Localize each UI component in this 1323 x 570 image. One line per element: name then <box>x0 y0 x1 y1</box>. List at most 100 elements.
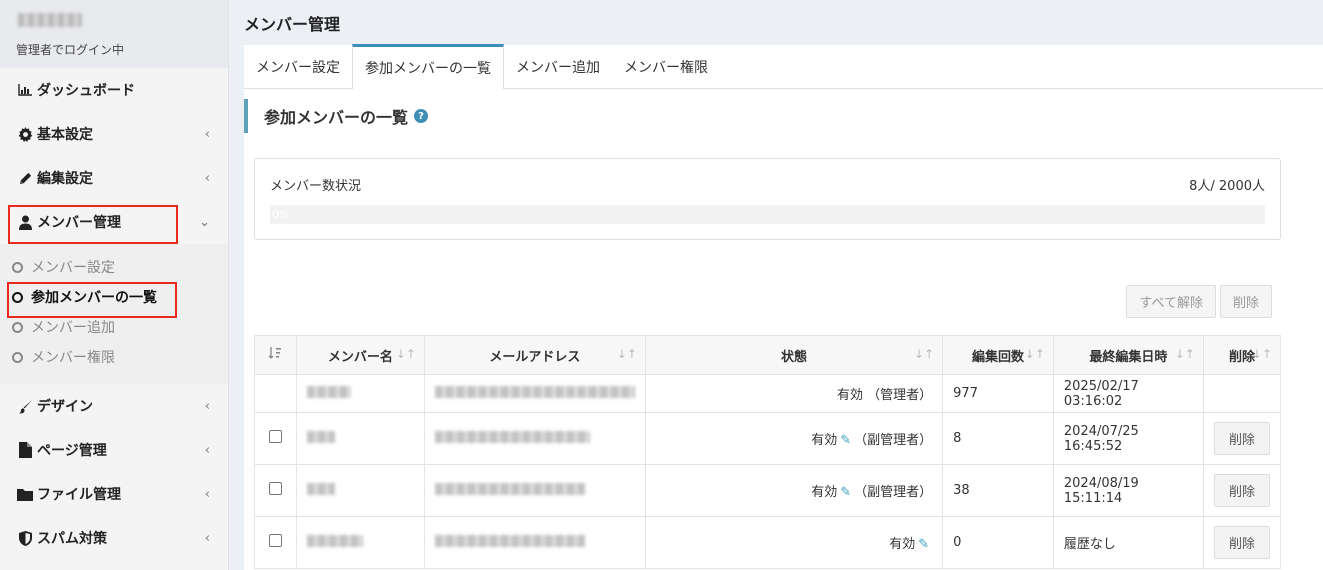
member-name-cell <box>295 412 425 465</box>
submenu-item-member-list[interactable]: 参加メンバーの一覧 <box>0 282 228 318</box>
circle-icon <box>12 291 23 303</box>
status-cell: 有効 ✎ （副管理者） <box>644 464 944 517</box>
delete-button[interactable]: 削除 <box>1213 526 1270 559</box>
tab-member-list[interactable]: 参加メンバーの一覧 <box>352 44 504 89</box>
submenu-item-label: メンバー権限 <box>31 350 115 366</box>
sidebar-item-label: メンバー管理 <box>37 215 121 231</box>
sidebar-item-label: 編集設定 <box>37 171 93 187</box>
sidebar-item-file-management[interactable]: ファイル管理 ‹ <box>0 472 228 516</box>
sidebar-item-label: 基本設定 <box>37 127 93 143</box>
email-cell <box>423 516 646 569</box>
sidebar: 管理者でログイン中 ダッシュボード 基本設定 ‹ 編集設定 ‹ メンバー管理 ⌄… <box>0 0 229 570</box>
edit-icon[interactable]: ✎ <box>918 537 929 552</box>
sidebar-item-dashboard[interactable]: ダッシュボード <box>0 68 228 112</box>
delete-cell <box>1202 374 1282 413</box>
sidebar-item-member-management[interactable]: メンバー管理 ⌄ <box>0 200 228 244</box>
row-select-cell <box>254 516 297 569</box>
status-cell: 有効 ✎ <box>644 516 944 569</box>
sort-icon: ↓↑ <box>1024 347 1045 361</box>
gear-icon <box>17 126 33 142</box>
column-header-edit-count[interactable]: 編集回数 ↓↑ <box>942 335 1054 375</box>
file-icon <box>17 442 33 458</box>
column-header-status[interactable]: 状態 ↓↑ <box>644 335 944 375</box>
column-header-last-edited[interactable]: 最終編集日時 ↓↑ <box>1052 335 1204 375</box>
row-select-cell <box>254 412 297 465</box>
sidebar-item-label: ファイル管理 <box>37 487 121 503</box>
member-submenu: メンバー設定 参加メンバーの一覧 メンバー追加 メンバー権限 <box>0 244 228 384</box>
table-row: 有効 ✎ （副管理者） 38 2024/08/19 15:11:14 削除 <box>254 464 1282 517</box>
circle-icon <box>12 321 23 333</box>
delete-cell: 削除 <box>1202 516 1282 569</box>
bulk-action-buttons: すべて解除 削除 <box>1126 285 1272 318</box>
redacted-email <box>434 430 590 443</box>
status-cell: 有効 ✎ （副管理者） <box>644 412 944 465</box>
member-table: メンバー名 ↓↑ メールアドレス ↓↑ 状態 ↓↑ 編集回数 ↓↑ 最終編集日時 ↓↑ 削… <box>254 335 1282 569</box>
edit-icon[interactable]: ✎ <box>840 433 851 448</box>
row-checkbox[interactable] <box>268 430 282 443</box>
progress-text: 0% <box>272 208 290 221</box>
column-header-name[interactable]: メンバー名 ↓↑ <box>295 335 425 375</box>
tab-member-permissions[interactable]: メンバー権限 <box>612 45 720 89</box>
member-count-progress-bar: 0% <box>270 205 1265 224</box>
submenu-item-member-permissions[interactable]: メンバー権限 <box>0 342 228 372</box>
edit-icon[interactable]: ✎ <box>840 485 851 500</box>
clear-all-button[interactable]: すべて解除 <box>1126 285 1216 318</box>
folder-icon <box>17 488 33 501</box>
user-name-redacted <box>18 13 82 27</box>
sidebar-item-design[interactable]: デザイン ‹ <box>0 384 228 428</box>
page-title: メンバー管理 <box>244 15 341 34</box>
chevron-left-icon: ‹ <box>204 530 210 546</box>
email-cell <box>423 374 646 413</box>
sidebar-item-spam-protection[interactable]: スパム対策 ‹ <box>0 516 228 560</box>
bulk-delete-button[interactable]: 削除 <box>1219 285 1272 318</box>
row-checkbox[interactable] <box>268 534 282 547</box>
shield-icon <box>17 530 33 546</box>
sidebar-item-label: ダッシュボード <box>37 83 135 99</box>
submenu-item-label: 参加メンバーの一覧 <box>31 290 157 306</box>
email-cell <box>423 464 646 517</box>
sort-order-icon <box>268 347 282 359</box>
paintbrush-icon <box>17 399 33 414</box>
sidebar-menu: ダッシュボード 基本設定 ‹ 編集設定 ‹ メンバー管理 ⌄ <box>0 68 228 244</box>
member-count-value: 8人/ 2000人 <box>1189 179 1265 194</box>
sidebar-item-label: デザイン <box>37 399 93 415</box>
login-status: 管理者でログイン中 <box>16 43 125 57</box>
redacted-name <box>306 385 351 398</box>
sidebar-item-page-management[interactable]: ページ管理 ‹ <box>0 428 228 472</box>
email-cell <box>423 412 646 465</box>
submenu-item-member-settings[interactable]: メンバー設定 <box>0 252 228 282</box>
help-icon[interactable]: ? <box>414 109 429 123</box>
bar-chart-icon <box>17 84 33 96</box>
content-panel: 参加メンバーの一覧 ? メンバー数状況 8人/ 2000人 0% すべて解除 削… <box>244 89 1323 570</box>
select-column-header[interactable] <box>254 335 297 375</box>
section-title: 参加メンバーの一覧 ? <box>244 99 429 133</box>
table-row: 有効 ✎ （副管理者） 8 2024/07/25 16:45:52 削除 <box>254 412 1282 465</box>
last-edited-cell: 2024/08/19 15:11:14 <box>1052 464 1204 517</box>
member-count-status: メンバー数状況 8人/ 2000人 0% <box>254 158 1281 240</box>
sidebar-item-label: スパム対策 <box>37 531 107 547</box>
sort-icon: ↓↑ <box>616 347 637 361</box>
sidebar-item-label: ページ管理 <box>37 443 107 459</box>
main-area: メンバー管理 メンバー設定 参加メンバーの一覧 メンバー追加 メンバー権限 参加… <box>229 0 1323 570</box>
row-select-cell <box>254 464 297 517</box>
column-header-delete[interactable]: 削除 ↓↑ <box>1202 335 1282 375</box>
sort-icon: ↓↑ <box>395 347 416 361</box>
submenu-item-label: メンバー設定 <box>31 260 115 276</box>
edit-count-cell: 8 <box>942 412 1054 465</box>
column-header-email[interactable]: メールアドレス ↓↑ <box>423 335 646 375</box>
submenu-item-add-member[interactable]: メンバー追加 <box>0 312 228 342</box>
redacted-email <box>434 385 635 398</box>
sidebar-item-basic-settings[interactable]: 基本設定 ‹ <box>0 112 228 156</box>
delete-button[interactable]: 削除 <box>1213 474 1270 507</box>
edit-count-cell: 977 <box>942 374 1054 413</box>
delete-button[interactable]: 削除 <box>1213 422 1270 455</box>
section-title-text: 参加メンバーの一覧 <box>264 108 409 127</box>
edit-count-cell: 38 <box>942 464 1054 517</box>
row-checkbox[interactable] <box>268 482 282 495</box>
tab-member-settings[interactable]: メンバー設定 <box>244 45 352 89</box>
sidebar-item-edit-settings[interactable]: 編集設定 ‹ <box>0 156 228 200</box>
sort-icon: ↓↑ <box>1174 347 1195 361</box>
chevron-left-icon: ‹ <box>204 398 210 414</box>
tab-add-member[interactable]: メンバー追加 <box>504 45 612 89</box>
member-name-cell <box>295 516 425 569</box>
